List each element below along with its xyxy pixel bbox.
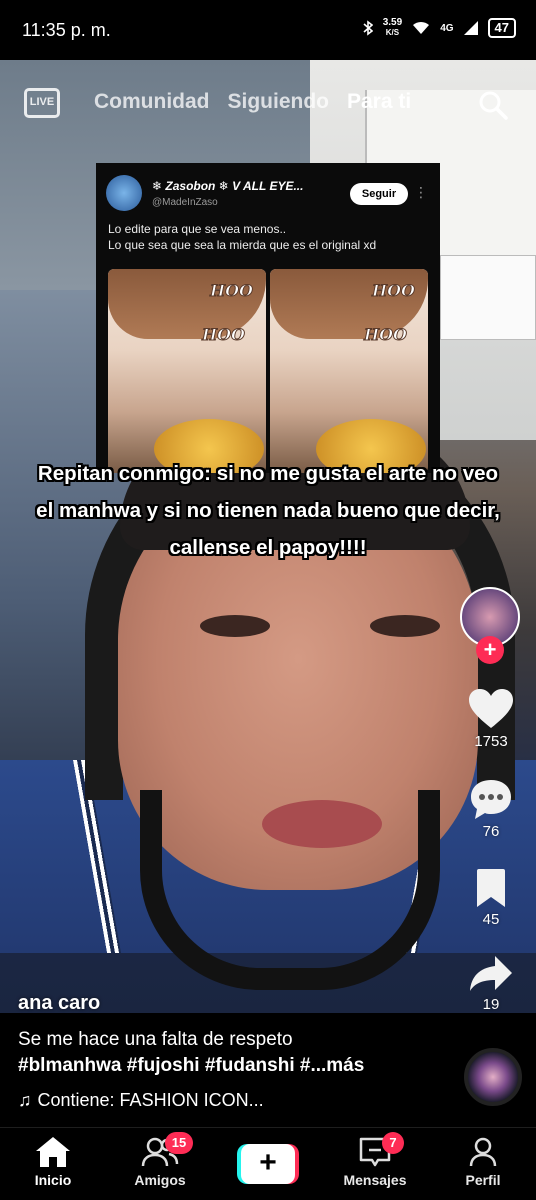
post-follow-button: Seguir xyxy=(350,183,408,205)
person-eye xyxy=(200,615,270,637)
heart-icon xyxy=(469,689,513,728)
panel-sfx: HOO xyxy=(202,325,246,345)
music-note-icon: ♫ xyxy=(18,1090,32,1110)
manhwa-panel-edited: HOO HOO xyxy=(270,269,428,473)
panel-sfx: HOO xyxy=(364,325,408,345)
status-time: 11:35 p. m. xyxy=(22,19,111,40)
more-options-icon: ⋮ xyxy=(414,184,428,200)
share-arrow-icon xyxy=(470,956,512,991)
profile-icon xyxy=(469,1137,497,1167)
network-speed: 3.59 K/S xyxy=(382,17,403,38)
tab-para-ti[interactable]: Para ti xyxy=(347,90,411,114)
bluetooth-icon xyxy=(363,20,373,36)
network-type: 4G xyxy=(440,22,454,34)
background-sign xyxy=(440,255,536,340)
video-caption: Repitan conmigo: si no me gusta el arte … xyxy=(36,462,500,559)
friends-badge: 15 xyxy=(165,1132,193,1154)
share-button[interactable]: 19 xyxy=(460,955,522,1013)
person-eye xyxy=(370,615,440,637)
share-count: 19 xyxy=(482,996,500,1013)
embedded-post-screenshot: ❄ Zasobon ❄ V ALL EYE... @MadeInZaso Seg… xyxy=(96,163,440,473)
post-description: Se me hace una falta de respeto xyxy=(18,1029,293,1050)
post-handle: @MadeInZaso xyxy=(152,197,218,208)
plus-icon: + xyxy=(241,1144,295,1184)
post-text: Lo edite para que se vea menos.. Lo que … xyxy=(108,222,377,252)
post-display-name: ❄ Zasobon ❄ V ALL EYE... xyxy=(152,179,304,193)
home-icon xyxy=(36,1137,70,1167)
nav-friends-label: Amigos xyxy=(134,1172,186,1188)
tab-siguiendo[interactable]: Siguiendo xyxy=(228,90,330,114)
follow-creator-button[interactable]: + xyxy=(476,636,504,664)
manhwa-panel-original: HOO HOO xyxy=(108,269,266,473)
music-info[interactable]: ♫ Contiene: FASHION ICON... xyxy=(18,1090,264,1111)
search-icon[interactable] xyxy=(478,90,508,120)
panel-sfx: HOO xyxy=(372,281,416,301)
comment-count: 76 xyxy=(482,823,500,840)
like-count: 1753 xyxy=(474,733,508,750)
status-bar: 11:35 p. m. 3.59 K/S 4G 47 xyxy=(0,0,536,60)
live-icon[interactable]: LIVE xyxy=(24,88,60,118)
nav-inbox[interactable]: Mensajes 7 xyxy=(330,1132,420,1188)
post-avatar xyxy=(106,175,142,211)
bookmark-icon xyxy=(477,869,505,907)
bottom-nav: Inicio Amigos 15 + Mensajes 7 Perfil xyxy=(0,1127,536,1200)
music-disc[interactable] xyxy=(464,1048,522,1106)
nav-home[interactable]: Inicio xyxy=(8,1136,98,1188)
status-icons: 3.59 K/S 4G 47 xyxy=(363,18,516,38)
nav-profile-label: Perfil xyxy=(465,1172,501,1188)
comment-icon xyxy=(471,780,511,819)
nav-profile[interactable]: Perfil xyxy=(438,1136,528,1188)
feed-tabs: Comunidad Siguiendo Para ti xyxy=(94,90,411,114)
inbox-badge: 7 xyxy=(382,1132,404,1154)
top-nav: LIVE Comunidad Siguiendo Para ti xyxy=(0,80,536,130)
person-mask xyxy=(140,790,440,990)
save-count: 45 xyxy=(482,911,500,928)
nav-home-label: Inicio xyxy=(34,1172,72,1188)
comment-button[interactable]: 76 xyxy=(460,778,522,840)
tab-comunidad[interactable]: Comunidad xyxy=(94,90,210,114)
like-button[interactable]: 1753 xyxy=(460,688,522,750)
battery-indicator: 47 xyxy=(487,18,516,38)
signal-icon xyxy=(463,21,478,35)
author-name[interactable]: ana caro xyxy=(18,992,100,1015)
create-button[interactable]: + xyxy=(237,1144,299,1184)
save-button[interactable]: 45 xyxy=(460,868,522,928)
post-hashtags[interactable]: #blmanhwa #fujoshi #fudanshi #...más xyxy=(18,1055,364,1077)
nav-inbox-label: Mensajes xyxy=(343,1172,407,1188)
nav-friends[interactable]: Amigos 15 xyxy=(115,1132,205,1188)
wifi-icon xyxy=(413,21,430,34)
music-title: Contiene: FASHION ICON... xyxy=(37,1090,264,1110)
panel-sfx: HOO xyxy=(210,281,254,301)
